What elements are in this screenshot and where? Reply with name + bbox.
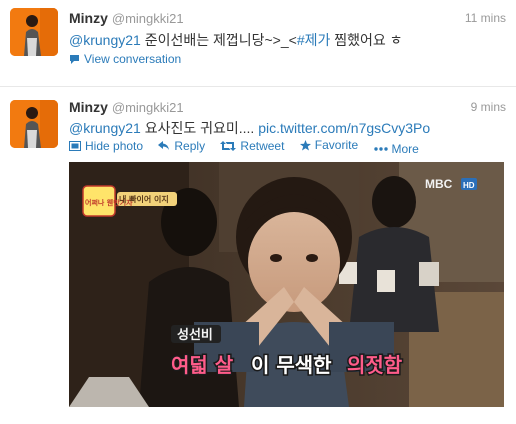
reply-label: Reply: [174, 138, 206, 153]
more-button[interactable]: More: [373, 141, 419, 156]
tweet-text-part: 찜했어요 ㅎ: [330, 32, 403, 48]
more-dots-icon: [373, 146, 388, 151]
caption-main-b: 이 무색한: [251, 353, 332, 377]
mention-link[interactable]: @krungy21: [69, 32, 141, 48]
view-conversation-label: View conversation: [84, 52, 182, 66]
more-label: More: [391, 141, 419, 156]
hashtag-link[interactable]: #제가: [297, 32, 331, 48]
view-conversation-button[interactable]: View conversation: [69, 52, 181, 66]
conversation-icon: [70, 54, 79, 64]
star-icon: [299, 139, 311, 150]
reply-button[interactable]: Reply: [158, 139, 205, 153]
channel-logo-sub: HD: [463, 181, 475, 190]
display-name[interactable]: Minzy: [69, 10, 108, 26]
tweet-photo[interactable]: MBC HD 어쩌나 웬만기자 내 빠이어 이지 성선비 여덟 살 이 무색한 …: [69, 162, 504, 407]
retweet-icon: [220, 140, 237, 151]
hide-photo-button[interactable]: Hide photo: [69, 139, 143, 153]
caption-main-a: 여덟 살: [171, 353, 234, 377]
photo-icon: [69, 140, 81, 151]
timestamp[interactable]: 9 mins: [471, 100, 506, 114]
display-name[interactable]: Minzy: [69, 99, 108, 115]
user-handle[interactable]: @mingkki21: [112, 11, 184, 26]
pic-link[interactable]: pic.twitter.com/n7gsCvy3Po: [258, 120, 430, 136]
tweet-actions: View conversation: [69, 52, 193, 68]
caption-main-c: 의젓함: [347, 353, 403, 377]
retweet-button[interactable]: Retweet: [220, 139, 284, 153]
tweet-text-part: 요사진도 귀요미....: [140, 120, 259, 136]
favorite-button[interactable]: Favorite: [299, 138, 359, 152]
tweet: Minzy @mingkki21 9 mins @krungy21 요사진도 귀요…: [0, 86, 516, 424]
hide-photo-label: Hide photo: [85, 138, 144, 153]
author-name[interactable]: Minzy @mingkki21: [69, 99, 184, 115]
tweet-actions: Hide photo Reply Retweet Favorite More: [69, 138, 431, 156]
tweet: Minzy @mingkki21 11 mins @krungy21 준이선배는 …: [0, 0, 516, 87]
author-name[interactable]: Minzy @mingkki21: [69, 10, 184, 26]
reply-icon: [158, 140, 170, 150]
timestamp[interactable]: 11 mins: [465, 11, 506, 25]
avatar[interactable]: [10, 8, 58, 56]
show-badge-secondary: 내 빠이어 이지: [119, 194, 169, 204]
photo-image: MBC HD 어쩌나 웬만기자 내 빠이어 이지 성선비 여덟 살 이 무색한 …: [69, 162, 504, 407]
favorite-label: Favorite: [314, 138, 359, 152]
user-handle[interactable]: @mingkki21: [112, 100, 184, 115]
mention-link[interactable]: @krungy21: [69, 120, 141, 136]
tweet-text: @krungy21 요사진도 귀요미.... pic.twitter.com/n…: [69, 118, 430, 138]
tweet-text: @krungy21 준이선배는 제껍니당~>_<#제가 찜했어요 ㅎ: [69, 30, 403, 50]
caption-name: 성선비: [177, 327, 213, 343]
tweet-text-part: 준이선배는 제껍니당~>_<: [140, 32, 297, 48]
channel-logo: MBC: [425, 177, 453, 191]
avatar[interactable]: [10, 100, 58, 148]
retweet-label: Retweet: [240, 138, 285, 153]
